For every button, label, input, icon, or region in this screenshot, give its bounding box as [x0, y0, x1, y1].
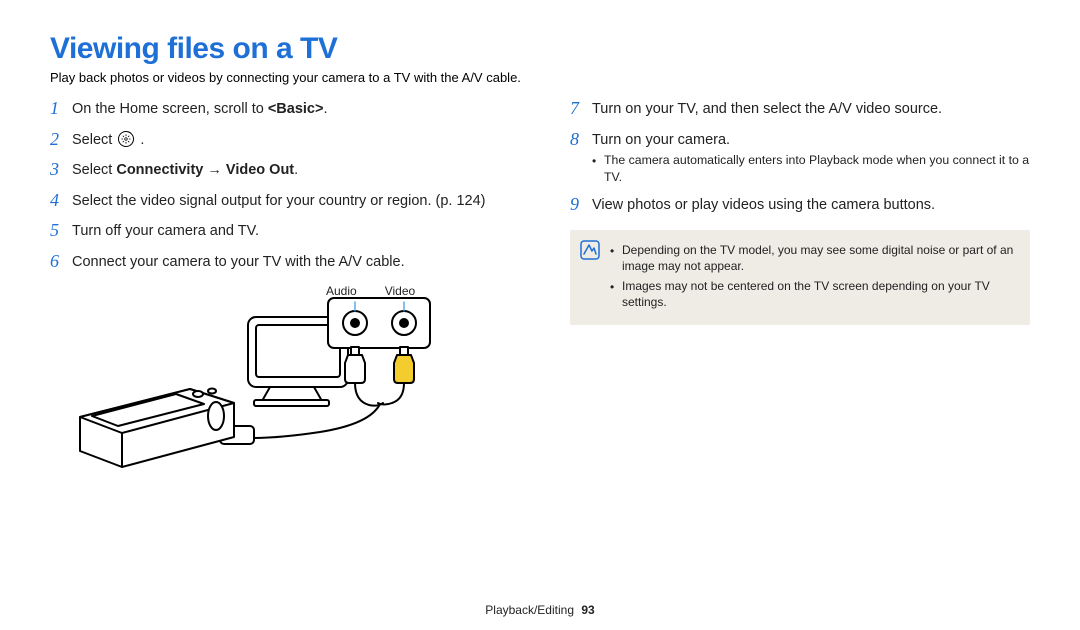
step-9: 9 View photos or play videos using the c… [570, 195, 1030, 216]
step-text: Select Connectivity → Video Out. [72, 160, 518, 181]
manual-page: Viewing files on a TV Play back photos o… [0, 0, 1080, 630]
left-column: 1 On the Home screen, scroll to <Basic>.… [50, 99, 518, 482]
footer-section: Playback/Editing [485, 603, 574, 617]
footer-page-number: 93 [581, 603, 594, 617]
step-8: 8 Turn on your camera. • The camera auto… [570, 130, 1030, 186]
note-icon [580, 240, 600, 260]
note-box: • Depending on the TV model, you may see… [570, 230, 1030, 325]
step-5: 5 Turn off your camera and TV. [50, 221, 518, 242]
step-text: Turn on your TV, and then select the A/V… [592, 99, 1030, 120]
step-number: 6 [50, 252, 72, 272]
step-number: 9 [570, 195, 592, 215]
diagram-svg [70, 282, 450, 482]
step-number: 3 [50, 160, 72, 180]
note-bullet: • Depending on the TV model, you may see… [610, 242, 1018, 274]
step-number: 2 [50, 130, 72, 150]
sub-bullet: • The camera automatically enters into P… [592, 152, 1030, 185]
note-body: • Depending on the TV model, you may see… [610, 240, 1018, 315]
note-bullet: • Images may not be centered on the TV s… [610, 278, 1018, 310]
settings-icon [118, 131, 134, 147]
step-4: 4 Select the video signal output for you… [50, 191, 518, 212]
step-number: 7 [570, 99, 592, 119]
step-number: 5 [50, 221, 72, 241]
right-column: 7 Turn on your TV, and then select the A… [570, 99, 1030, 482]
step-number: 1 [50, 99, 72, 119]
step-7: 7 Turn on your TV, and then select the A… [570, 99, 1030, 120]
page-title: Viewing files on a TV [50, 32, 1030, 66]
step-number: 4 [50, 191, 72, 211]
footer: Playback/Editing 93 [0, 603, 1080, 617]
step-6: 6 Connect your camera to your TV with th… [50, 252, 518, 273]
step-number: 8 [570, 130, 592, 150]
two-column-layout: 1 On the Home screen, scroll to <Basic>.… [50, 99, 1030, 482]
bullet-dot-icon: • [592, 152, 604, 169]
connection-diagram: Audio Video [50, 282, 518, 482]
step-3: 3 Select Connectivity → Video Out. [50, 160, 518, 181]
step-text: Turn on your camera. • The camera automa… [592, 130, 1030, 186]
page-subtitle: Play back photos or videos by connecting… [50, 70, 1030, 85]
step-text: Select . [72, 130, 518, 151]
step-text: Connect your camera to your TV with the … [72, 252, 518, 273]
step-text: On the Home screen, scroll to <Basic>. [72, 99, 518, 120]
step-text: Turn off your camera and TV. [72, 221, 518, 242]
step-text: Select the video signal output for your … [72, 191, 518, 212]
step-text: View photos or play videos using the cam… [592, 195, 1030, 216]
step-2: 2 Select . [50, 130, 518, 151]
bullet-dot-icon: • [610, 278, 622, 295]
step-1: 1 On the Home screen, scroll to <Basic>. [50, 99, 518, 120]
bullet-dot-icon: • [610, 242, 622, 259]
